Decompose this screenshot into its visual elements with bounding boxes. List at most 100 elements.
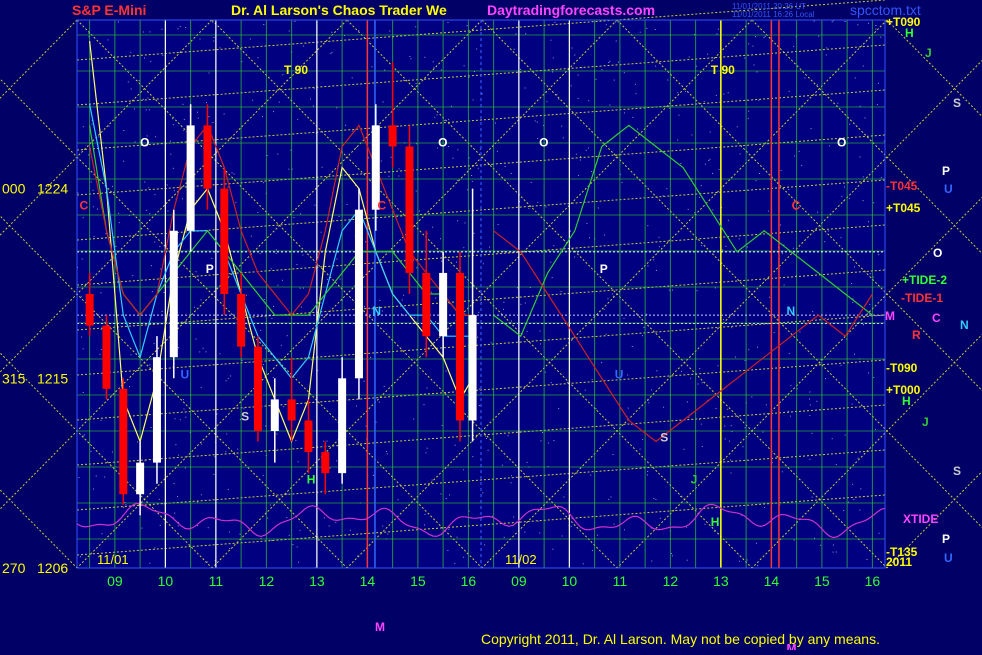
- star-dot: [197, 117, 199, 119]
- star-dot: [159, 524, 161, 526]
- star-dot: [182, 399, 184, 401]
- star-dot: [542, 432, 543, 433]
- star-dot: [199, 38, 201, 40]
- star-dot: [280, 344, 282, 346]
- star-dot: [473, 232, 475, 234]
- star-dot: [828, 145, 830, 147]
- star-dot: [550, 261, 552, 263]
- star-dot: [799, 331, 801, 333]
- star-dot: [384, 69, 386, 71]
- star-dot: [432, 226, 434, 228]
- star-dot: [610, 496, 612, 498]
- star-dot: [501, 464, 503, 466]
- star-dot: [155, 136, 157, 138]
- star-dot: [825, 491, 827, 493]
- star-dot: [93, 488, 94, 490]
- star-dot: [552, 71, 554, 73]
- star-dot: [150, 60, 152, 62]
- star-dot: [197, 501, 199, 503]
- star-dot: [525, 33, 527, 35]
- star-dot: [503, 536, 505, 538]
- star-dot: [92, 206, 94, 208]
- star-dot: [259, 253, 261, 255]
- star-dot: [239, 533, 241, 535]
- star-dot: [851, 283, 853, 284]
- planet-label: P: [942, 532, 950, 546]
- star-dot: [700, 245, 702, 247]
- star-dot: [513, 48, 515, 50]
- y-tick-label: 270: [2, 560, 26, 576]
- chart-svg: OCPUSHMNOCOPUSJHMNOCT 90 T 90 000 1224315 1…: [0, 0, 982, 655]
- star-dot: [257, 211, 259, 213]
- star-dot: [227, 186, 229, 188]
- star-dot: [484, 544, 486, 546]
- star-dot: [169, 140, 171, 142]
- star-dot: [577, 98, 579, 100]
- star-dot: [875, 428, 876, 430]
- star-dot: [703, 101, 705, 103]
- star-dot: [177, 496, 179, 497]
- star-dot: [623, 72, 625, 74]
- candle-body: [136, 462, 145, 495]
- star-dot: [843, 510, 845, 511]
- star-dot: [398, 175, 400, 177]
- star-dot: [690, 377, 692, 379]
- star-dot: [146, 209, 148, 211]
- star-dot: [503, 301, 505, 303]
- star-dot: [293, 217, 295, 218]
- star-dot: [112, 185, 113, 187]
- star-dot: [603, 308, 605, 310]
- star-dot: [150, 265, 152, 267]
- star-dot: [300, 213, 302, 215]
- star-dot: [477, 336, 479, 338]
- star-dot: [643, 326, 645, 328]
- star-dot: [831, 438, 833, 440]
- star-dot: [758, 99, 760, 101]
- star-dot: [655, 65, 657, 67]
- star-dot: [435, 321, 436, 323]
- star-dot: [447, 146, 449, 147]
- star-dot: [80, 296, 82, 298]
- star-dot: [386, 453, 388, 455]
- star-dot: [831, 21, 833, 23]
- star-dot: [524, 531, 526, 533]
- star-dot: [563, 496, 565, 498]
- star-dot: [817, 211, 819, 213]
- star-dot: [546, 101, 548, 103]
- star-dot: [790, 384, 792, 386]
- copyright: Copyright 2011, Dr. Al Larson. May not b…: [481, 631, 880, 647]
- star-dot: [271, 317, 273, 319]
- star-dot: [213, 40, 215, 42]
- star-dot: [684, 90, 686, 92]
- star-dot: [562, 137, 564, 139]
- star-dot: [793, 45, 795, 47]
- star-dot: [590, 474, 592, 476]
- star-dot: [699, 368, 701, 370]
- star-dot: [875, 25, 877, 26]
- star-dot: [463, 556, 465, 558]
- star-dot: [751, 396, 753, 398]
- star-dot: [413, 418, 415, 420]
- star-dot: [820, 544, 822, 546]
- star-dot: [149, 562, 151, 564]
- star-dot: [382, 310, 383, 312]
- star-dot: [717, 28, 719, 30]
- star-dot: [612, 454, 614, 455]
- star-dot: [159, 246, 161, 248]
- star-dot: [730, 425, 732, 427]
- star-dot: [849, 123, 851, 125]
- star-dot: [755, 180, 757, 182]
- star-dot: [647, 265, 649, 267]
- candle-body: [439, 272, 448, 337]
- star-dot: [739, 153, 741, 155]
- star-dot: [739, 560, 740, 562]
- star-dot: [401, 299, 403, 301]
- star-dot: [100, 328, 102, 330]
- star-dot: [454, 444, 456, 446]
- flux-letter: O: [438, 136, 447, 150]
- star-dot: [718, 169, 720, 171]
- star-dot: [98, 136, 100, 138]
- star-dot: [785, 457, 787, 458]
- day-marker: T 90: [711, 63, 735, 77]
- star-dot: [826, 47, 828, 49]
